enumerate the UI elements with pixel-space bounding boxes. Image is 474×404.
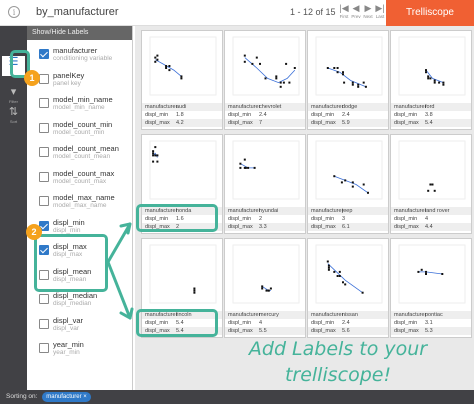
arrow-to-honda: [106, 222, 132, 264]
annotation-line-1: Add Labels to your: [248, 338, 428, 360]
sorting-label: Sorting on:: [6, 393, 38, 400]
sort-pill[interactable]: manufacturer ×: [42, 392, 91, 402]
footer-bar: Sorting on: manufacturer ×: [0, 390, 474, 404]
arrow-to-lincoln: [106, 260, 132, 320]
annotation-line-2: trelliscope!: [284, 364, 392, 386]
